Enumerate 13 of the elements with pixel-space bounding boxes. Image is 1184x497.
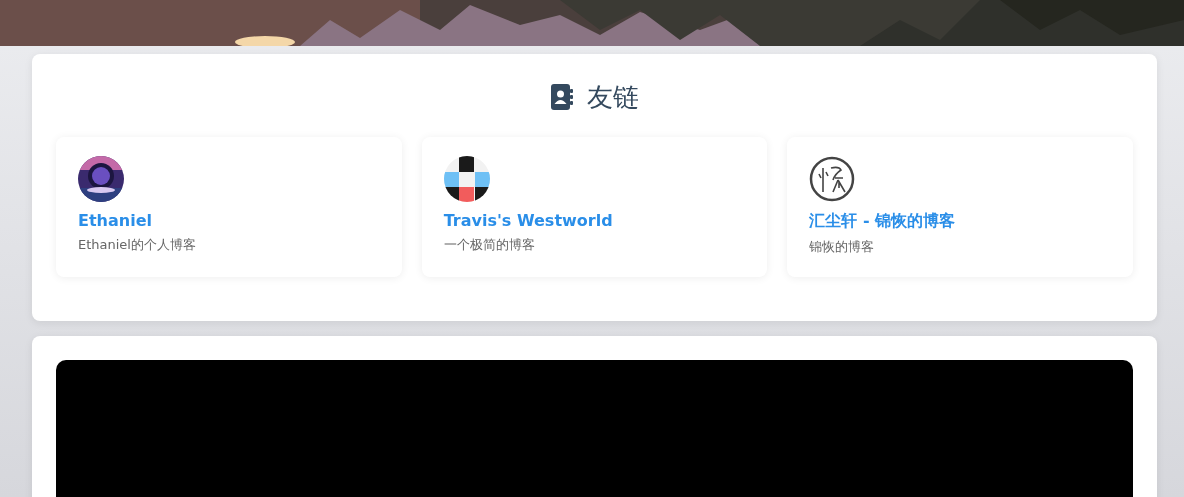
friend-name: Travis's Westworld: [443, 211, 613, 230]
seal-logo-icon: [809, 156, 856, 202]
friend-link-card[interactable]: Ethaniel Ethaniel的个人博客: [56, 137, 402, 277]
section-title: 友链: [586, 80, 639, 114]
friend-name: Ethaniel: [78, 211, 152, 230]
friend-name: 汇尘轩 - 锦恢的博客: [809, 211, 956, 232]
friend-description: 锦恢的博客: [809, 238, 875, 256]
friend-description: Ethaniel的个人博客: [78, 236, 196, 254]
friend-link-card[interactable]: Travis's Westworld 一个极简的博客: [421, 137, 768, 277]
address-book-icon: [550, 84, 573, 110]
friend-link-card[interactable]: 汇尘轩 - 锦恢的博客 锦恢的博客: [787, 137, 1133, 277]
avatar-icon: [443, 156, 490, 202]
friend-description: 一个极简的博客: [443, 236, 535, 254]
